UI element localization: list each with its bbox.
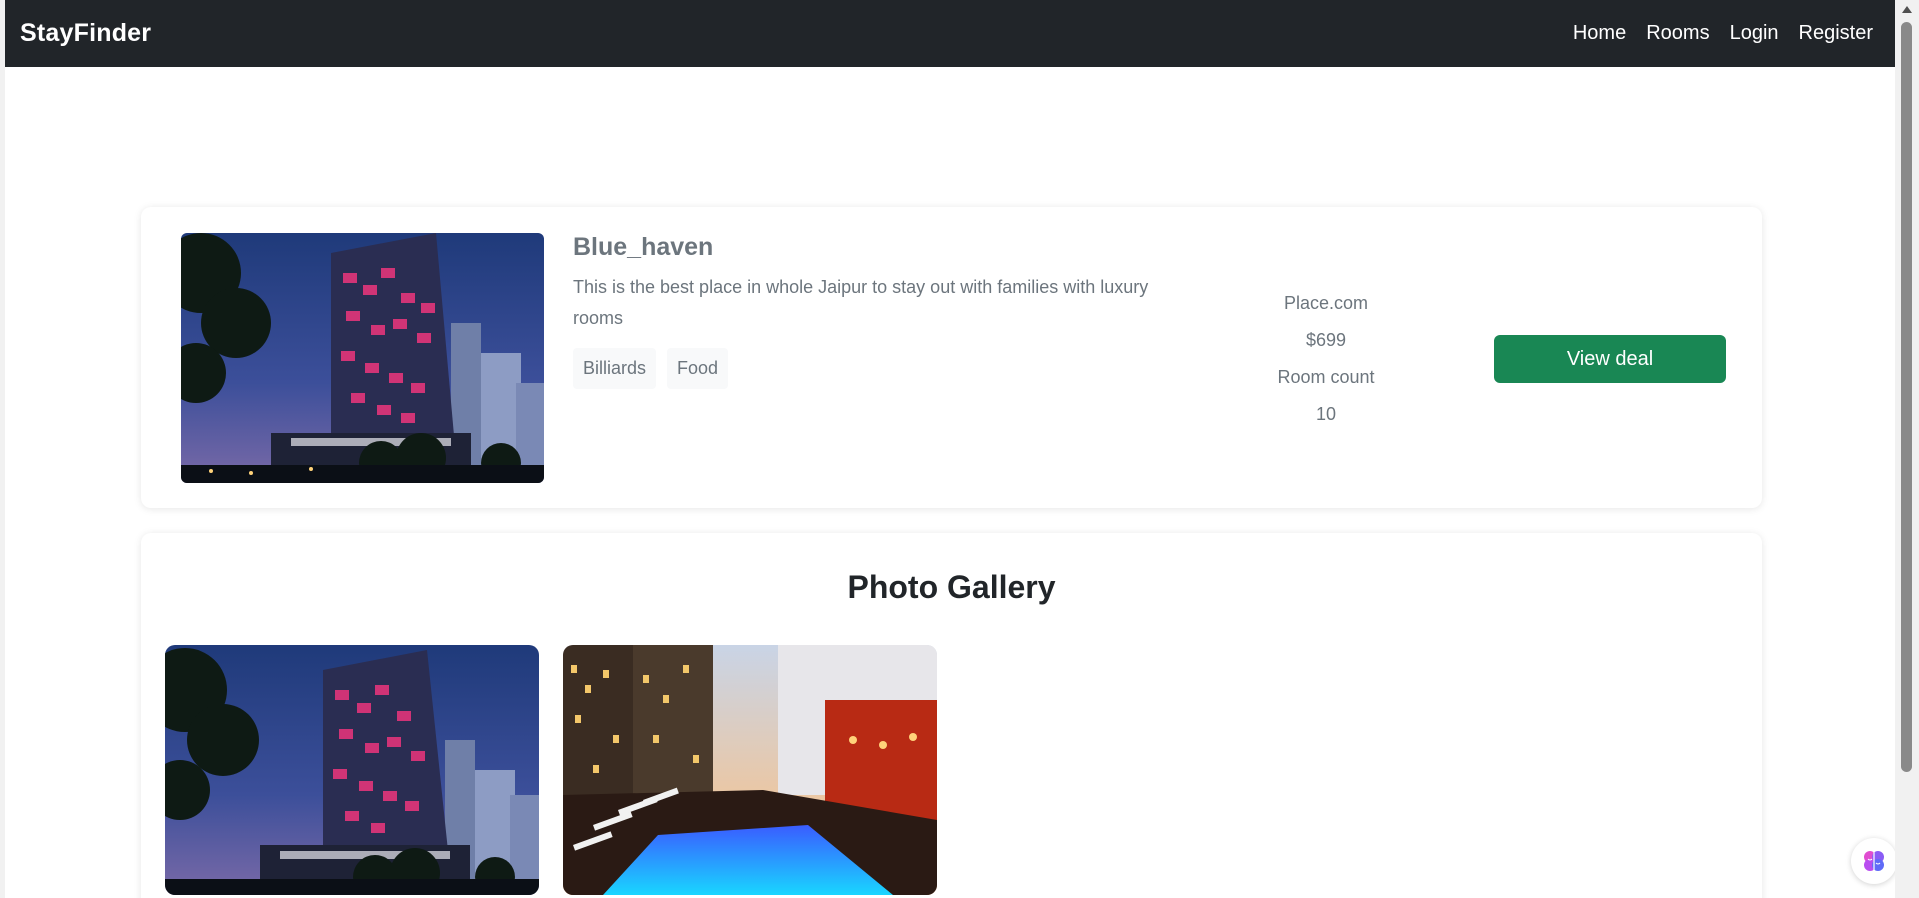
scroll-up-arrow-icon[interactable] bbox=[1902, 6, 1912, 13]
brand-logo[interactable]: StayFinder bbox=[20, 19, 151, 48]
navbar: StayFinder Home Rooms Login Register bbox=[5, 0, 1895, 67]
page: StayFinder Home Rooms Login Register Blu… bbox=[5, 0, 1897, 898]
rooftop-pool-image bbox=[563, 645, 937, 895]
hotel-photo bbox=[181, 233, 544, 483]
assistant-button[interactable] bbox=[1851, 838, 1897, 884]
room-count-label: Room count bbox=[1277, 367, 1375, 387]
hotel-info: Blue_haven This is the best place in who… bbox=[573, 233, 1173, 389]
photo-gallery: Photo Gallery bbox=[141, 533, 1762, 898]
hotel-meta: Place.com $699 Room count 10 bbox=[1246, 285, 1406, 433]
amenity-tag: Food bbox=[667, 348, 729, 389]
amenity-tag: Billiards bbox=[573, 348, 657, 389]
hotel-description: This is the best place in whole Jaipur t… bbox=[573, 277, 1149, 328]
hotel-tower-image bbox=[181, 233, 544, 483]
amenity-tags: Billiards Food bbox=[573, 348, 1173, 389]
page-scrollbar[interactable] bbox=[1895, 0, 1919, 898]
room-count-value: 10 bbox=[1315, 404, 1337, 424]
nav-login-link[interactable]: Login bbox=[1730, 22, 1779, 45]
nav-rooms-link[interactable]: Rooms bbox=[1646, 22, 1709, 45]
hotel-name[interactable]: Blue_haven bbox=[573, 233, 1173, 262]
gallery-photo-pool[interactable] bbox=[563, 645, 937, 895]
nav-home-link[interactable]: Home bbox=[1573, 22, 1626, 45]
brain-icon bbox=[1864, 851, 1884, 871]
price: $699 bbox=[1305, 330, 1347, 350]
gallery-photo-tower[interactable] bbox=[165, 645, 539, 895]
hotel-card: Blue_haven This is the best place in who… bbox=[141, 207, 1762, 508]
hotel-tower-image bbox=[165, 645, 539, 895]
nav-register-link[interactable]: Register bbox=[1799, 22, 1873, 45]
source-site: Place.com bbox=[1283, 293, 1369, 313]
browser-viewport: StayFinder Home Rooms Login Register Blu… bbox=[0, 0, 1919, 898]
scroll-thumb[interactable] bbox=[1901, 22, 1912, 772]
view-deal-button[interactable]: View deal bbox=[1494, 335, 1726, 383]
gallery-title: Photo Gallery bbox=[847, 569, 1056, 605]
nav-links: Home Rooms Login Register bbox=[1573, 22, 1873, 45]
